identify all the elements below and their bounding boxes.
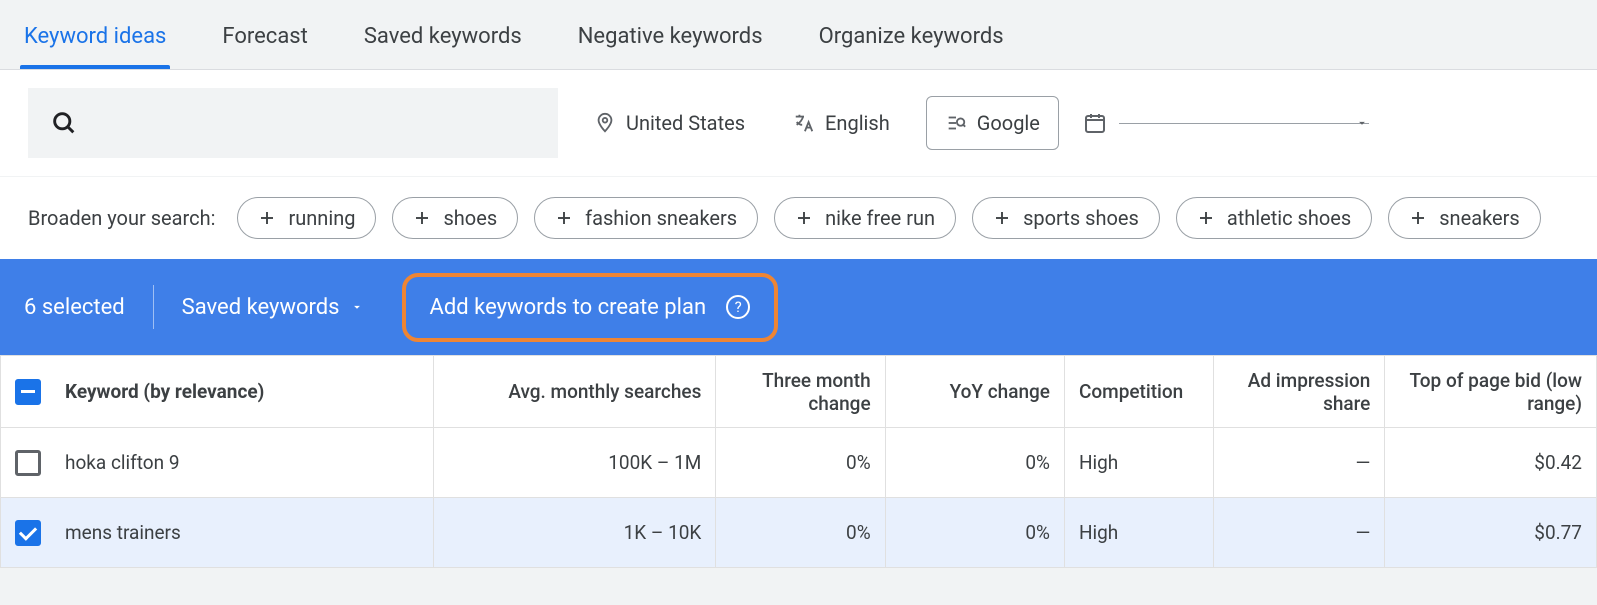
broaden-chip-fashion-sneakers[interactable]: fashion sneakers [534,197,758,239]
search-icon [50,109,78,137]
bid-cell: $0.42 [1385,428,1597,498]
chip-label: nike free run [825,206,935,230]
language-filter[interactable]: English [781,103,902,143]
col-header-avg[interactable]: Avg. monthly searches [434,356,716,428]
select-all-checkbox[interactable] [15,379,41,405]
col-header-label: Keyword (by relevance) [65,380,264,403]
network-filter[interactable]: Google [926,96,1059,150]
broaden-chip-shoes[interactable]: shoes [392,197,518,239]
tabs-bar: Keyword ideas Forecast Saved keywords Ne… [0,0,1597,70]
keyword-cell: hoka clifton 9 [65,451,180,474]
tab-forecast[interactable]: Forecast [218,2,311,67]
saved-keywords-label: Saved keywords [182,295,340,320]
chip-label: fashion sneakers [585,206,737,230]
help-icon[interactable]: ? [726,295,750,319]
dropdown-arrow-icon [350,300,364,314]
comp-cell: High [1064,428,1213,498]
col-header-competition[interactable]: Competition [1064,356,1213,428]
tab-saved-keywords[interactable]: Saved keywords [360,2,526,67]
yoy-cell: 0% [885,498,1064,568]
three-cell: 0% [716,428,885,498]
filter-bar: United States English Google [0,70,1597,176]
table-row[interactable]: hoka clifton 9 100K – 1M 0% 0% High — $0… [1,428,1597,498]
plus-icon [555,209,573,227]
translate-icon [793,112,815,134]
dropdown-arrow-icon [1355,116,1369,130]
broaden-label: Broaden your search: [28,206,215,230]
tab-keyword-ideas[interactable]: Keyword ideas [20,2,170,67]
plus-icon [1409,209,1427,227]
keyword-results-table: Keyword (by relevance) Avg. monthly sear… [0,355,1597,568]
broaden-bar: Broaden your search: running shoes fashi… [0,176,1597,259]
plus-icon [993,209,1011,227]
plus-icon [795,209,813,227]
broaden-chip-sports-shoes[interactable]: sports shoes [972,197,1160,239]
keyword-cell: mens trainers [65,521,181,544]
broaden-chip-athletic-shoes[interactable]: athletic shoes [1176,197,1372,239]
language-label: English [825,111,890,135]
plus-icon [258,209,276,227]
col-header-bid[interactable]: Top of page bid (low range) [1385,356,1597,428]
divider [153,285,154,329]
date-range-select[interactable] [1119,123,1369,124]
avg-cell: 1K – 10K [434,498,716,568]
col-header-yoy[interactable]: YoY change [885,356,1064,428]
chip-label: athletic shoes [1227,206,1351,230]
broaden-chip-sneakers[interactable]: sneakers [1388,197,1541,239]
selection-bar: 6 selected Saved keywords Add keywords t… [0,259,1597,355]
table-header-row: Keyword (by relevance) Avg. monthly sear… [1,356,1597,428]
chip-label: sneakers [1439,206,1520,230]
avg-cell: 100K – 1M [434,428,716,498]
col-header-impression[interactable]: Ad impression share [1214,356,1385,428]
row-checkbox[interactable] [15,450,41,476]
location-filter[interactable]: United States [582,103,757,143]
broaden-chip-running[interactable]: running [237,197,376,239]
tab-negative-keywords[interactable]: Negative keywords [574,2,767,67]
broaden-chip-nike-free-run[interactable]: nike free run [774,197,956,239]
selection-count: 6 selected [24,295,125,320]
chip-label: shoes [443,206,497,230]
location-label: United States [626,111,745,135]
add-keywords-label: Add keywords to create plan [430,295,707,320]
comp-cell: High [1064,498,1213,568]
chip-label: running [288,206,355,230]
table-row[interactable]: mens trainers 1K – 10K 0% 0% High — $0.7… [1,498,1597,568]
network-label: Google [977,111,1040,135]
col-header-keyword[interactable]: Keyword (by relevance) [1,356,434,428]
bid-cell: $0.77 [1385,498,1597,568]
plus-icon [413,209,431,227]
chip-label: sports shoes [1023,206,1139,230]
location-pin-icon [594,112,616,134]
impr-cell: — [1214,498,1385,568]
search-input[interactable] [28,88,558,158]
row-checkbox[interactable] [15,520,41,546]
col-header-three[interactable]: Three month change [716,356,885,428]
tab-organize-keywords[interactable]: Organize keywords [815,2,1008,67]
calendar-icon[interactable] [1083,111,1107,135]
impr-cell: — [1214,428,1385,498]
saved-keywords-dropdown[interactable]: Saved keywords [182,295,364,320]
three-cell: 0% [716,498,885,568]
network-icon [945,112,967,134]
add-keywords-button[interactable]: Add keywords to create plan ? [402,273,779,342]
plus-icon [1197,209,1215,227]
yoy-cell: 0% [885,428,1064,498]
